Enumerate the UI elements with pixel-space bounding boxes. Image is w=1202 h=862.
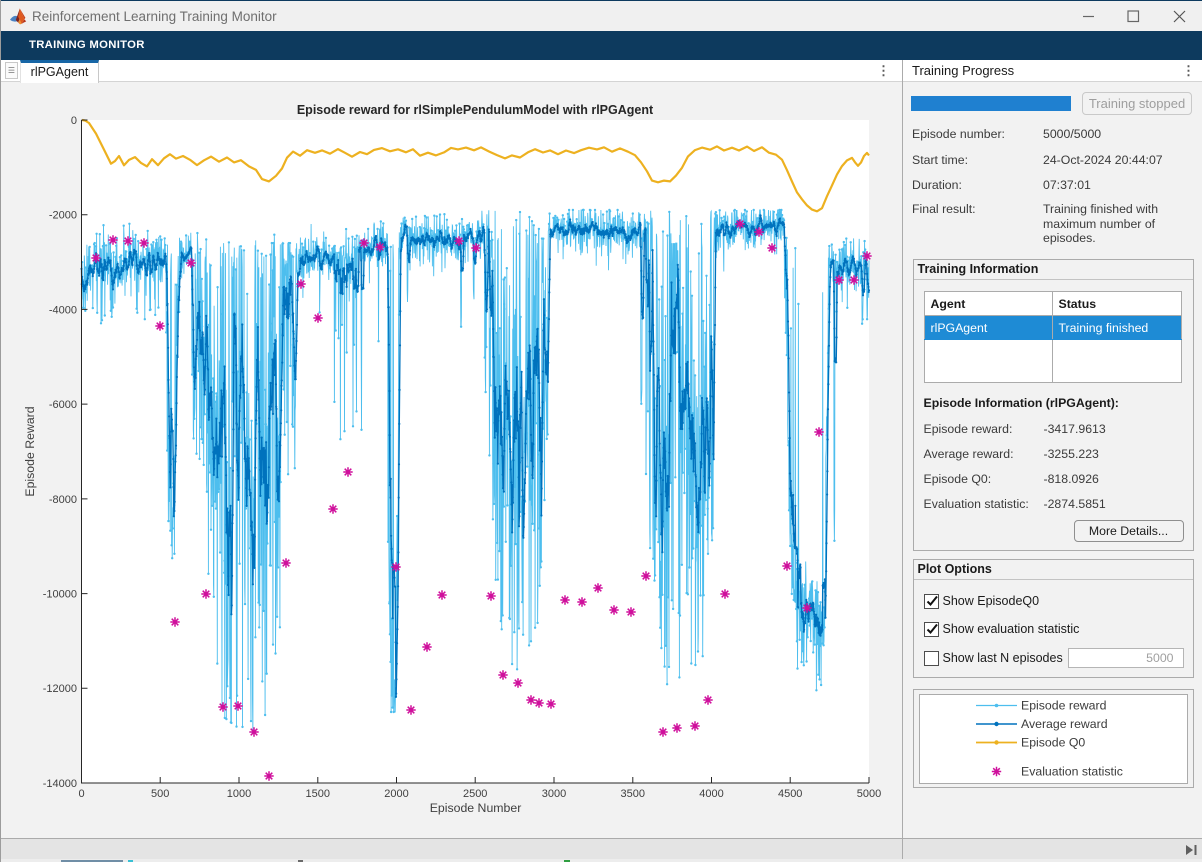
svg-text:4000: 4000 [699,788,723,800]
svg-text:3000: 3000 [542,788,566,800]
svg-text:3500: 3500 [621,788,645,800]
svg-text:2500: 2500 [463,788,487,800]
svg-text:-14000: -14000 [43,778,77,790]
svg-text:0: 0 [71,115,77,127]
svg-text:Episode reward: Episode reward [1021,699,1107,713]
svg-text:-12000: -12000 [43,683,77,695]
svg-text:5000: 5000 [857,788,881,800]
svg-text:2000: 2000 [384,788,408,800]
svg-text:Episode Reward: Episode Reward [23,406,37,496]
svg-text:4500: 4500 [778,788,802,800]
svg-text:Average reward: Average reward [1021,717,1108,731]
svg-text:500: 500 [151,788,169,800]
svg-text:Episode Q0: Episode Q0 [1021,736,1085,750]
svg-text:1500: 1500 [306,788,330,800]
svg-text:Evaluation statistic: Evaluation statistic [1021,765,1123,779]
svg-text:1000: 1000 [227,788,251,800]
svg-text:Episode Number: Episode Number [430,801,522,815]
svg-text:-8000: -8000 [49,494,77,506]
svg-text:-2000: -2000 [49,210,77,222]
svg-text:-6000: -6000 [49,399,77,411]
svg-text:Episode reward for rlSimplePen: Episode reward for rlSimplePendulumModel… [297,103,654,117]
svg-text:-4000: -4000 [49,304,77,316]
svg-text:0: 0 [78,788,84,800]
svg-text:-10000: -10000 [43,589,77,601]
